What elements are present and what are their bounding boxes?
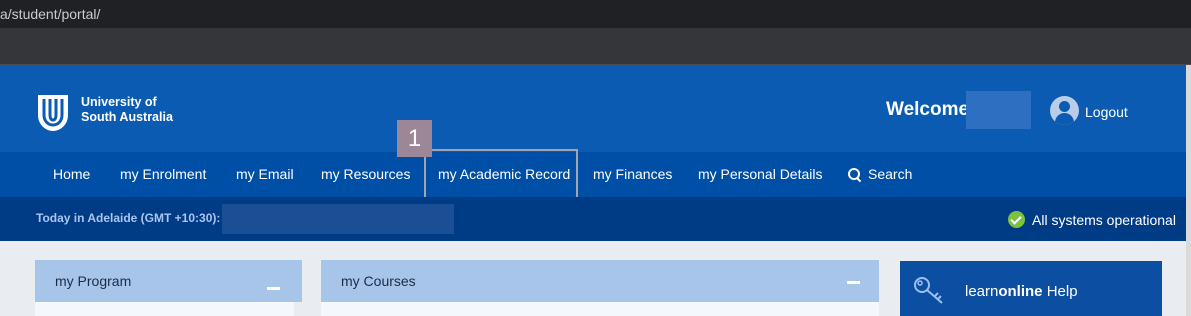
nav-item-my-resources[interactable]: my Resources [321, 152, 410, 197]
key-icon [914, 277, 943, 304]
nav-item-my-finances[interactable]: my Finances [593, 152, 672, 197]
status-bar: Today in Adelaide (GMT +10:30): All syst… [0, 197, 1186, 241]
check-circle-icon [1008, 211, 1025, 228]
learnonline-help-tile[interactable]: learnonline Help [900, 261, 1162, 316]
welcome-text: Welcome [886, 99, 970, 120]
browser-bookmarks-bar [0, 28, 1191, 65]
nav-item-home[interactable]: Home [53, 152, 90, 197]
my-courses-panel-body [321, 302, 879, 316]
my-program-panel-body [35, 302, 294, 316]
nav-item-my-personal-details[interactable]: my Personal Details [698, 152, 823, 197]
page-scrollbar[interactable] [1186, 65, 1191, 316]
university-name-line2: South Australia [81, 110, 173, 124]
url-text: a/student/portal/ [0, 6, 101, 22]
nav-item-search[interactable]: Search [848, 152, 912, 197]
nav-item-my-enrolment[interactable]: my Enrolment [120, 152, 206, 197]
step-number-badge: 1 [397, 120, 432, 157]
collapse-program-icon[interactable] [267, 287, 280, 290]
university-name[interactable]: University of South Australia [81, 95, 173, 125]
main-nav: Home my Enrolment my Email my Resources … [0, 149, 1186, 200]
help-prefix: learn [965, 283, 999, 300]
nav-item-my-academic-record[interactable]: my Academic Record [424, 149, 578, 200]
today-label: Today in Adelaide (GMT +10:30): [36, 211, 221, 225]
search-icon [848, 168, 861, 181]
my-courses-panel-header[interactable]: my Courses [321, 260, 879, 302]
help-suffix: Help [1042, 283, 1078, 300]
nav-item-my-email[interactable]: my Email [236, 152, 294, 197]
my-program-title: my Program [55, 273, 132, 289]
my-program-panel-header[interactable]: my Program [35, 260, 302, 302]
learnonline-help-label: learnonline Help [965, 283, 1078, 300]
redacted-username [966, 91, 1031, 129]
user-avatar-icon[interactable] [1050, 96, 1079, 125]
university-name-line1: University of [81, 95, 157, 109]
systems-status-text[interactable]: All systems operational [1032, 212, 1176, 228]
university-logo-icon[interactable] [36, 93, 70, 133]
logout-link[interactable]: Logout [1085, 104, 1128, 120]
my-courses-title: my Courses [341, 273, 416, 289]
site-header: University of South Australia Welcome Lo… [0, 65, 1186, 152]
browser-address-bar[interactable]: a/student/portal/ [0, 0, 1191, 28]
nav-item-search-label: Search [868, 166, 913, 182]
redacted-date-time [222, 204, 454, 234]
collapse-courses-icon[interactable] [847, 281, 860, 284]
help-bold: online [998, 283, 1043, 300]
